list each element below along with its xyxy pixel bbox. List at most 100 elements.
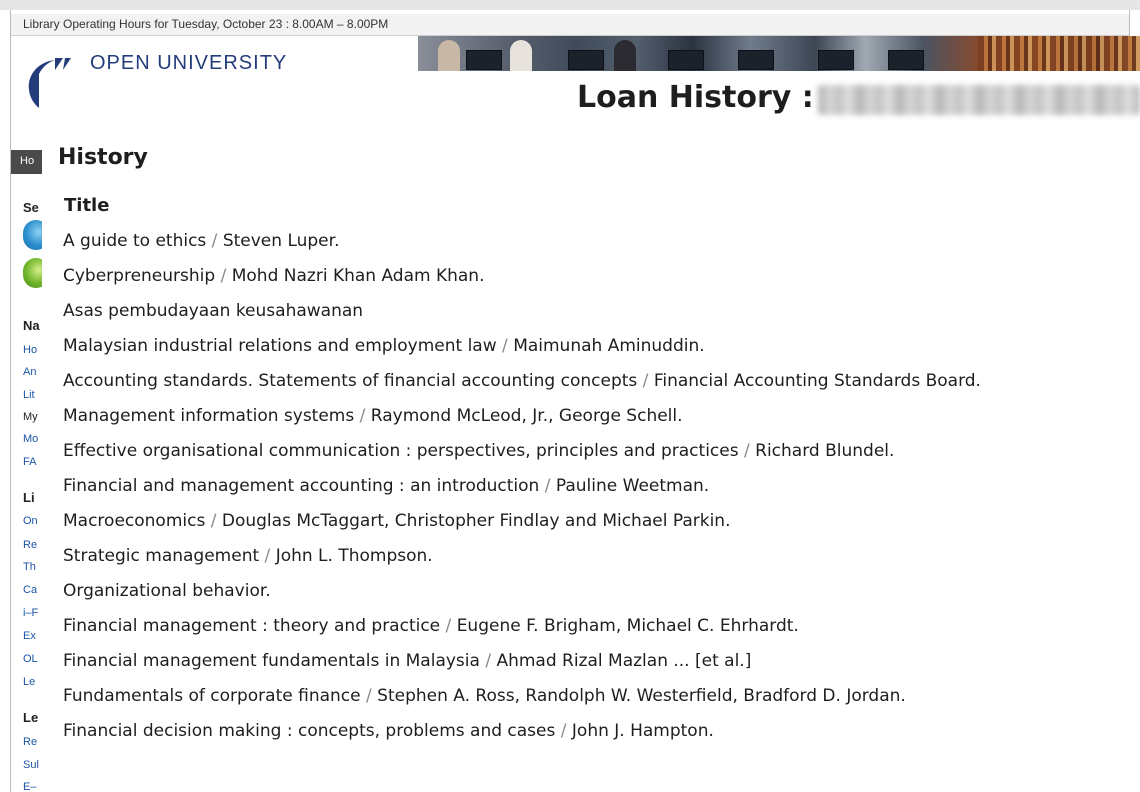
sidebar-library-link[interactable]: Re <box>23 539 37 551</box>
sidebar-library-link[interactable]: Ex <box>23 630 36 642</box>
banner-person <box>510 40 532 71</box>
list-item[interactable]: Effective organisational communication :… <box>63 438 1133 473</box>
loan-author: John J. Hampton. <box>571 721 714 741</box>
loan-author: Pauline Weetman. <box>555 476 710 496</box>
title-author-separator: / <box>637 371 654 391</box>
loan-title[interactable]: Accounting standards. Statements of fina… <box>63 371 637 391</box>
title-author-separator: / <box>555 721 572 741</box>
loan-title[interactable]: Financial management fundamentals in Mal… <box>63 651 480 671</box>
list-item[interactable]: Financial and management accounting : an… <box>63 473 1133 508</box>
window-top-border <box>0 0 1140 10</box>
title-author-separator: / <box>479 651 497 671</box>
sidebar-home-tab[interactable]: Ho <box>11 150 42 174</box>
sidebar-library-link[interactable]: OL <box>23 653 38 665</box>
sidebar-library-link[interactable]: Le <box>23 676 35 688</box>
sidebar-section-navigation: Na <box>23 318 40 333</box>
list-item[interactable]: Financial management : theory and practi… <box>63 613 1133 648</box>
library-hours-bar: Library Operating Hours for Tuesday, Oct… <box>11 14 1129 36</box>
list-item[interactable]: Strategic management / John L. Thompson. <box>63 543 1133 578</box>
loan-author: Maimunah Aminuddin. <box>513 336 705 356</box>
sidebar-nav-link[interactable]: FA <box>23 456 36 468</box>
title-author-separator: / <box>205 511 222 531</box>
title-author-separator: / <box>206 231 223 251</box>
title-author-separator: / <box>215 266 232 286</box>
loan-author: Steven Luper. <box>222 231 340 251</box>
sidebar-learning-link[interactable]: Re <box>23 736 37 748</box>
loan-author: Ahmad Rizal Mazlan ... [et al.] <box>496 651 752 671</box>
banner-monitor <box>466 50 502 70</box>
loan-author: Eugene F. Brigham, Michael C. Ehrhardt. <box>456 616 799 636</box>
sidebar-library-link[interactable]: Ca <box>23 584 37 596</box>
banner-monitor <box>738 50 774 70</box>
header-banner-photo <box>418 36 1140 71</box>
loan-author: Richard Blundel. <box>755 441 895 461</box>
list-item[interactable]: Financial decision making : concepts, pr… <box>63 718 1133 753</box>
list-item[interactable]: Financial management fundamentals in Mal… <box>63 648 1133 683</box>
title-author-separator: / <box>354 406 371 426</box>
loan-title[interactable]: A guide to ethics <box>63 231 206 251</box>
loan-author: John L. Thompson. <box>275 546 433 566</box>
banner-monitor <box>888 50 924 70</box>
sidebar-nav-link[interactable]: Mo <box>23 433 38 445</box>
loan-title[interactable]: Asas pembudayaan keusahawanan <box>63 301 363 321</box>
loan-title[interactable]: Fundamentals of corporate finance <box>63 686 361 706</box>
loan-title[interactable]: Financial management : theory and practi… <box>63 616 440 636</box>
sidebar-section-library: Li <box>23 490 35 505</box>
banner-monitor <box>668 50 704 70</box>
loan-title[interactable]: Malaysian industrial relations and emplo… <box>63 336 497 356</box>
list-item[interactable]: Management information systems / Raymond… <box>63 403 1133 438</box>
sidebar-section-search: Se <box>23 200 39 215</box>
loan-author: Douglas McTaggart, Christopher Findlay a… <box>221 511 731 531</box>
page-title: Loan History : <box>577 80 814 115</box>
list-item[interactable]: Malaysian industrial relations and emplo… <box>63 333 1133 368</box>
page: Library Operating Hours for Tuesday, Oct… <box>0 0 1140 792</box>
title-author-separator: / <box>259 546 276 566</box>
loan-list: A guide to ethics / Steven Luper. Cyberpr… <box>63 228 1133 753</box>
library-hours-text: Library Operating Hours for Tuesday, Oct… <box>23 17 389 31</box>
loan-title[interactable]: Macroeconomics <box>63 511 205 531</box>
loan-history-panel: Loan History : History Title A guide to … <box>42 71 1140 792</box>
left-sidebar: Ho Se Na Ho An Lit My Mo FA Li On Re Th … <box>11 70 42 792</box>
title-author-separator: / <box>496 336 514 356</box>
loan-author: Financial Accounting Standards Board. <box>653 371 981 391</box>
loan-title[interactable]: Financial and management accounting : an… <box>63 476 539 496</box>
list-item[interactable]: Cyberpreneurship / Mohd Nazri Khan Adam … <box>63 263 1133 298</box>
sidebar-home-tab-label: Ho <box>20 155 35 167</box>
loan-title[interactable]: Strategic management <box>63 546 259 566</box>
sidebar-library-link[interactable]: i–F <box>23 607 38 619</box>
loan-title[interactable]: Financial decision making : concepts, pr… <box>63 721 555 741</box>
title-column-header: Title <box>64 195 110 216</box>
sidebar-nav-link[interactable]: Ho <box>23 344 37 356</box>
loan-title[interactable]: Management information systems <box>63 406 354 426</box>
sidebar-nav-link[interactable]: An <box>23 366 36 378</box>
redacted-patron-name <box>818 85 1140 115</box>
loan-title[interactable]: Effective organisational communication :… <box>63 441 739 461</box>
loan-title[interactable]: Cyberpreneurship <box>63 266 215 286</box>
sidebar-nav-link-current[interactable]: My <box>23 411 38 423</box>
sidebar-learning-link[interactable]: Sul <box>23 759 39 771</box>
search-database-icon[interactable] <box>23 258 42 288</box>
loan-author: Raymond McLeod, Jr., George Schell. <box>370 406 683 426</box>
title-author-separator: / <box>738 441 756 461</box>
sidebar-section-learning: Le <box>23 710 39 725</box>
list-item[interactable]: Asas pembudayaan keusahawanan <box>63 298 1133 333</box>
title-author-separator: / <box>440 616 457 636</box>
list-item[interactable]: Fundamentals of corporate finance / Step… <box>63 683 1133 718</box>
list-item[interactable]: Organizational behavior. <box>63 578 1133 613</box>
sidebar-nav-link[interactable]: Lit <box>23 389 35 401</box>
loan-title[interactable]: Organizational behavior. <box>63 581 271 601</box>
list-item[interactable]: Accounting standards. Statements of fina… <box>63 368 1133 403</box>
history-heading: History <box>58 145 148 170</box>
title-author-separator: / <box>360 686 378 706</box>
loan-author: Stephen A. Ross, Randolph W. Westerfield… <box>377 686 906 706</box>
list-item[interactable]: Macroeconomics / Douglas McTaggart, Chri… <box>63 508 1133 543</box>
banner-monitor <box>818 50 854 70</box>
search-catalog-icon[interactable] <box>23 220 42 250</box>
sidebar-library-link[interactable]: Th <box>23 561 36 573</box>
list-item[interactable]: A guide to ethics / Steven Luper. <box>63 228 1133 263</box>
banner-bookshelf <box>978 36 1140 71</box>
sidebar-library-link[interactable]: On <box>23 515 38 527</box>
sidebar-learning-link[interactable]: E– <box>23 781 36 792</box>
banner-person <box>438 40 460 71</box>
title-author-separator: / <box>539 476 556 496</box>
